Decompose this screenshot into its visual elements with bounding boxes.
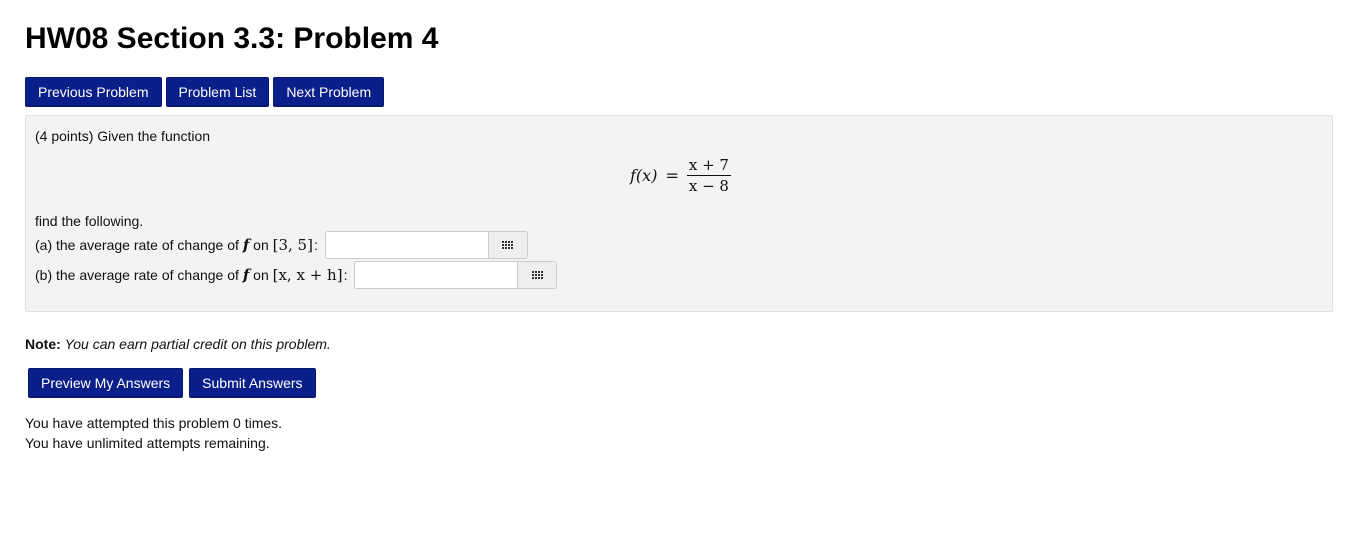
part-a-colon: : (313, 237, 318, 253)
formula-denominator: x − 8 (688, 177, 729, 195)
next-problem-button[interactable]: Next Problem (273, 77, 385, 107)
attempts-remaining: You have unlimited attempts remaining. (25, 435, 270, 451)
part-a-function: f (242, 236, 250, 254)
note-label: Note: (25, 336, 61, 352)
problem-list-button[interactable]: Problem List (165, 77, 270, 107)
part-b-label: (b) the average rate of change of (35, 267, 239, 283)
problem-intro: (4 points) Given the function (35, 128, 211, 144)
find-instruction: find the following. (35, 213, 144, 229)
attempts-info: You have attempted this problem 0 times.… (25, 413, 282, 453)
problem-page: HW08 Section 3.3: Problem 4 Previous Pro… (0, 0, 1367, 536)
partial-credit-note: Note: You can earn partial credit on thi… (25, 335, 331, 353)
note-text: You can earn partial credit on this prob… (64, 336, 331, 352)
grid-icon (502, 241, 514, 249)
part-a-equation-editor-button[interactable] (487, 232, 527, 258)
answer-actions: Preview My Answers Submit Answers (28, 368, 316, 398)
part-b-colon: : (343, 267, 348, 283)
formula-numerator: x + 7 (686, 156, 731, 176)
preview-answers-button[interactable]: Preview My Answers (28, 368, 184, 398)
part-b-answer-group (354, 261, 558, 289)
formula-lhs: f(x) (630, 166, 658, 185)
grid-icon (531, 271, 543, 279)
part-b-row: (b) the average rate of change of f on [… (35, 260, 558, 290)
part-a-interval: [3, 5] (272, 236, 313, 254)
part-b-equation-editor-button[interactable] (517, 262, 557, 288)
part-a-row: (a) the average rate of change of f on [… (35, 230, 528, 260)
previous-problem-button[interactable]: Previous Problem (25, 77, 162, 107)
part-b-answer-input[interactable] (355, 262, 518, 288)
function-formula: f(x) = x + 7 x − 8 (630, 156, 731, 195)
problem-panel: (4 points) Given the function f(x) = x +… (25, 115, 1333, 312)
part-a-on: on (253, 237, 269, 253)
formula-equals: = (665, 166, 679, 185)
part-a-label: (a) the average rate of change of (35, 237, 239, 253)
submit-answers-button[interactable]: Submit Answers (189, 368, 316, 398)
part-a-answer-input[interactable] (325, 232, 488, 258)
part-b-function: f (242, 266, 250, 284)
problem-nav: Previous Problem Problem List Next Probl… (25, 77, 385, 107)
part-a-answer-group (324, 231, 528, 259)
formula-fraction: x + 7 x − 8 (686, 156, 731, 195)
page-title: HW08 Section 3.3: Problem 4 (25, 22, 439, 55)
attempts-count: You have attempted this problem 0 times. (25, 415, 283, 431)
part-b-interval: [x, x + h] (272, 266, 343, 284)
part-b-on: on (253, 267, 269, 283)
